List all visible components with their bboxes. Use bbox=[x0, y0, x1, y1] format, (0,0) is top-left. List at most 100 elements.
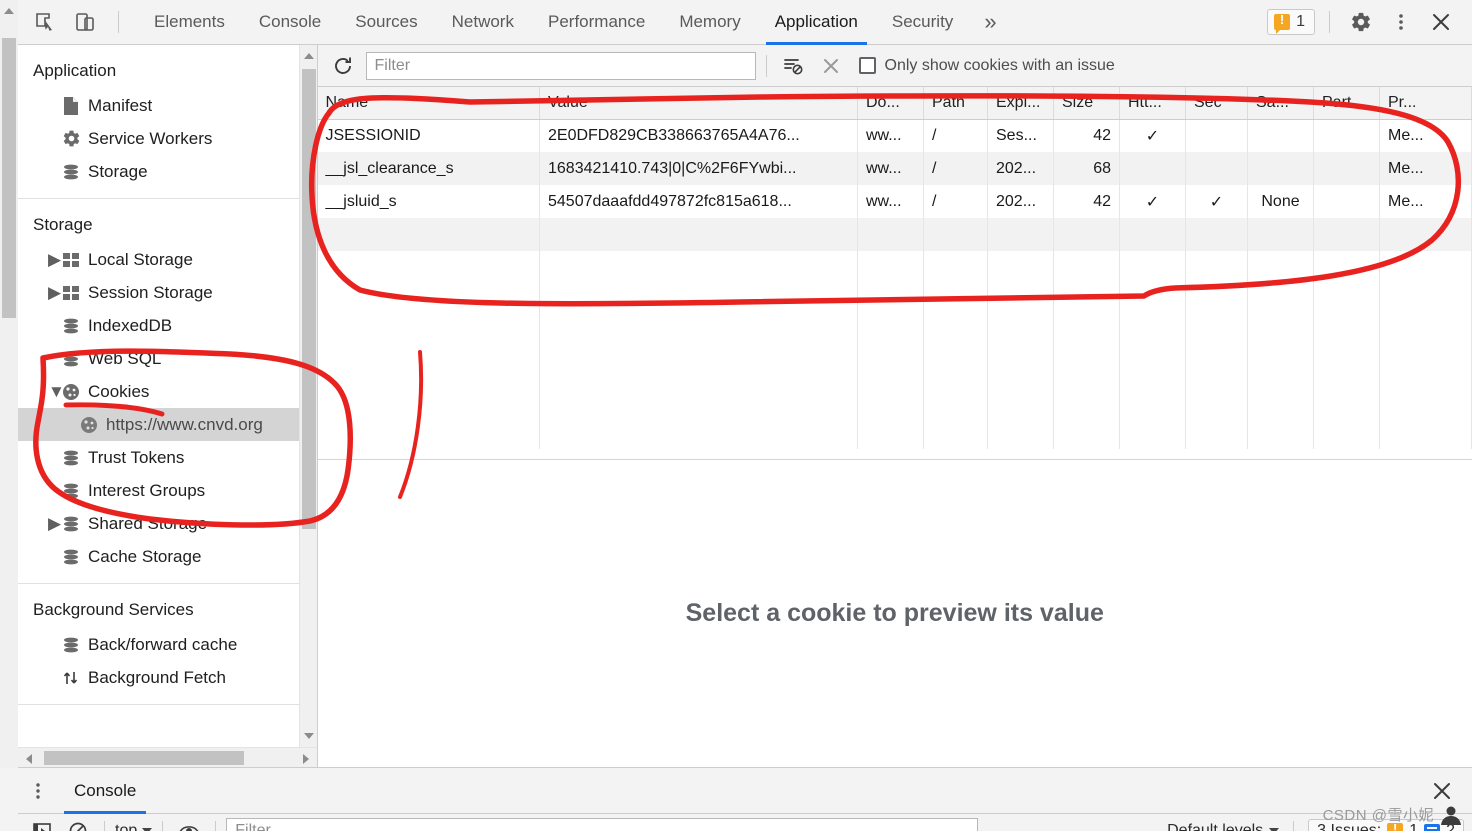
tab-network[interactable]: Network bbox=[435, 0, 531, 45]
scroll-left-arrow-icon[interactable] bbox=[26, 754, 32, 764]
table-empty-row bbox=[317, 284, 1472, 317]
execute-sidebar-icon[interactable] bbox=[26, 816, 58, 831]
chevron-right-icon[interactable]: ▶ bbox=[48, 514, 62, 534]
scroll-up-arrow-icon[interactable] bbox=[4, 8, 14, 14]
column-header-partition[interactable]: Part... bbox=[1313, 87, 1380, 120]
table-row[interactable]: __jsluid_s 54507daaafdd497872fc815a618..… bbox=[317, 185, 1472, 218]
tab-label: Memory bbox=[679, 12, 741, 31]
database-icon bbox=[62, 482, 88, 500]
column-header-path[interactable]: Path bbox=[923, 87, 988, 120]
column-header-expires[interactable]: Expi... bbox=[987, 87, 1054, 120]
sidebar-item-background-fetch[interactable]: ▶ Background Fetch bbox=[18, 661, 317, 694]
sidebar-item-shared-storage[interactable]: ▶ Shared Storage bbox=[18, 507, 317, 540]
scrollbar-thumb[interactable] bbox=[2, 38, 16, 318]
warning-icon bbox=[1274, 12, 1291, 34]
filter-input[interactable] bbox=[365, 51, 756, 80]
toolbar-right-actions: 1 bbox=[1267, 5, 1472, 39]
gear-icon[interactable] bbox=[1344, 5, 1378, 39]
issues-count: 1 bbox=[1296, 13, 1305, 30]
tab-label: Sources bbox=[355, 12, 418, 31]
device-toolbar-icon[interactable] bbox=[70, 7, 100, 37]
more-tabs-icon[interactable]: » bbox=[970, 0, 1010, 45]
gear-icon bbox=[62, 129, 88, 148]
chevron-right-icon[interactable]: ▶ bbox=[48, 250, 62, 270]
sidebar-item-service-workers[interactable]: ▶ Service Workers bbox=[18, 122, 317, 155]
cell-name: __jsluid_s bbox=[317, 185, 540, 218]
warning-icon bbox=[1387, 821, 1404, 831]
scrollbar-thumb[interactable] bbox=[301, 69, 316, 529]
close-icon[interactable] bbox=[1424, 5, 1458, 39]
console-toolbar-right: Default levels 3 Issues: 1 2 bbox=[1167, 819, 1464, 831]
sidebar-item-interest-groups[interactable]: ▶ Interest Groups bbox=[18, 474, 317, 507]
refresh-icon[interactable] bbox=[326, 49, 360, 83]
scroll-up-arrow-icon[interactable] bbox=[303, 53, 314, 59]
live-expression-icon[interactable] bbox=[173, 816, 205, 831]
sidebar-item-bfcache[interactable]: ▶ Back/forward cache bbox=[18, 628, 317, 661]
tab-sources[interactable]: Sources bbox=[338, 0, 434, 45]
cell-partition bbox=[1313, 119, 1380, 152]
scrollbar-thumb[interactable] bbox=[44, 751, 244, 765]
kebab-menu-icon[interactable] bbox=[18, 771, 58, 811]
table-grid-icon bbox=[62, 252, 88, 268]
tab-memory[interactable]: Memory bbox=[662, 0, 757, 45]
clear-console-icon[interactable] bbox=[62, 816, 94, 831]
sidebar-item-storage[interactable]: ▶ Storage bbox=[18, 155, 317, 188]
sidebar-item-indexeddb[interactable]: ▶ IndexedDB bbox=[18, 309, 317, 342]
console-issues-pill[interactable]: 3 Issues: 1 2 bbox=[1308, 819, 1464, 831]
sidebar-vertical-scrollbar[interactable] bbox=[298, 45, 317, 747]
close-icon[interactable] bbox=[1426, 775, 1458, 807]
console-filter-input[interactable] bbox=[226, 818, 979, 831]
toolbar-divider bbox=[104, 821, 105, 831]
scroll-right-arrow-icon[interactable] bbox=[302, 754, 309, 764]
tab-application[interactable]: Application bbox=[758, 0, 875, 45]
drawer-tab-label: Console bbox=[74, 780, 137, 800]
panel-tabs: Elements Console Sources Network Perform… bbox=[137, 0, 1011, 45]
table-row[interactable]: JSESSIONID 2E0DFD829CB338663765A4A76... … bbox=[317, 119, 1472, 152]
checkbox-box[interactable] bbox=[858, 57, 876, 74]
sidebar-item-label: Interest Groups bbox=[88, 480, 206, 500]
chevron-right-icon[interactable]: ▶ bbox=[48, 283, 62, 303]
tab-elements[interactable]: Elements bbox=[137, 0, 242, 45]
sidebar-item-web-sql[interactable]: ▶ Web SQL bbox=[18, 342, 317, 375]
chevron-down-icon[interactable]: ▼ bbox=[48, 382, 65, 402]
inspect-element-icon[interactable] bbox=[30, 7, 60, 37]
tab-performance[interactable]: Performance bbox=[531, 0, 662, 45]
tab-security[interactable]: Security bbox=[875, 0, 970, 45]
tab-console[interactable]: Console bbox=[242, 0, 338, 45]
sidebar-item-cache-storage[interactable]: ▶ Cache Storage bbox=[18, 540, 317, 573]
page-vertical-scrollbar[interactable] bbox=[0, 0, 18, 768]
table-row[interactable]: __jsl_clearance_s 1683421410.743|0|C%2F6… bbox=[317, 152, 1472, 185]
toolbar-divider bbox=[215, 821, 217, 831]
sidebar-item-trust-tokens[interactable]: ▶ Trust Tokens bbox=[18, 441, 317, 474]
column-header-name[interactable]: Name bbox=[317, 87, 540, 120]
execution-context-selector[interactable]: top bbox=[115, 822, 153, 831]
column-header-value[interactable]: Value bbox=[539, 87, 858, 120]
database-icon bbox=[62, 449, 88, 467]
clear-filter-icon[interactable] bbox=[815, 50, 847, 82]
kebab-menu-icon[interactable] bbox=[1384, 5, 1418, 39]
column-header-samesite[interactable]: Sa... bbox=[1247, 87, 1314, 120]
column-header-priority[interactable]: Pr... bbox=[1379, 87, 1472, 120]
sidebar-item-local-storage[interactable]: ▶ Local Storage bbox=[18, 243, 317, 276]
cell-priority: Me... bbox=[1379, 119, 1472, 152]
sidebar-item-cookies[interactable]: ▼ Cookies bbox=[18, 375, 317, 408]
clear-all-cookies-icon[interactable] bbox=[777, 50, 809, 82]
issues-badge[interactable]: 1 bbox=[1267, 9, 1315, 35]
drawer-tab-console[interactable]: Console bbox=[58, 768, 152, 814]
issues-warning-count: 1 bbox=[1409, 822, 1419, 831]
sidebar-item-session-storage[interactable]: ▶ Session Storage bbox=[18, 276, 317, 309]
column-header-domain[interactable]: Do... bbox=[857, 87, 924, 120]
column-header-secure[interactable]: Sec bbox=[1185, 87, 1248, 120]
log-levels-selector[interactable]: Default levels bbox=[1167, 822, 1280, 831]
sidebar-section-title: Application bbox=[33, 61, 117, 80]
toolbar-tool-icons bbox=[18, 7, 127, 37]
column-header-httponly[interactable]: Htt... bbox=[1119, 87, 1186, 120]
sidebar-item-cookie-origin[interactable]: https://www.cnvd.org bbox=[18, 408, 317, 441]
column-header-size[interactable]: Size bbox=[1053, 87, 1120, 120]
sidebar-horizontal-scrollbar[interactable] bbox=[18, 747, 317, 767]
cell-path: / bbox=[923, 119, 988, 152]
sidebar-item-manifest[interactable]: ▶ Manifest bbox=[18, 89, 317, 122]
cell-httponly: ✓ bbox=[1119, 119, 1186, 152]
only-show-issues-checkbox[interactable]: Only show cookies with an issue bbox=[858, 57, 1115, 75]
scroll-down-arrow-icon[interactable] bbox=[303, 733, 314, 739]
